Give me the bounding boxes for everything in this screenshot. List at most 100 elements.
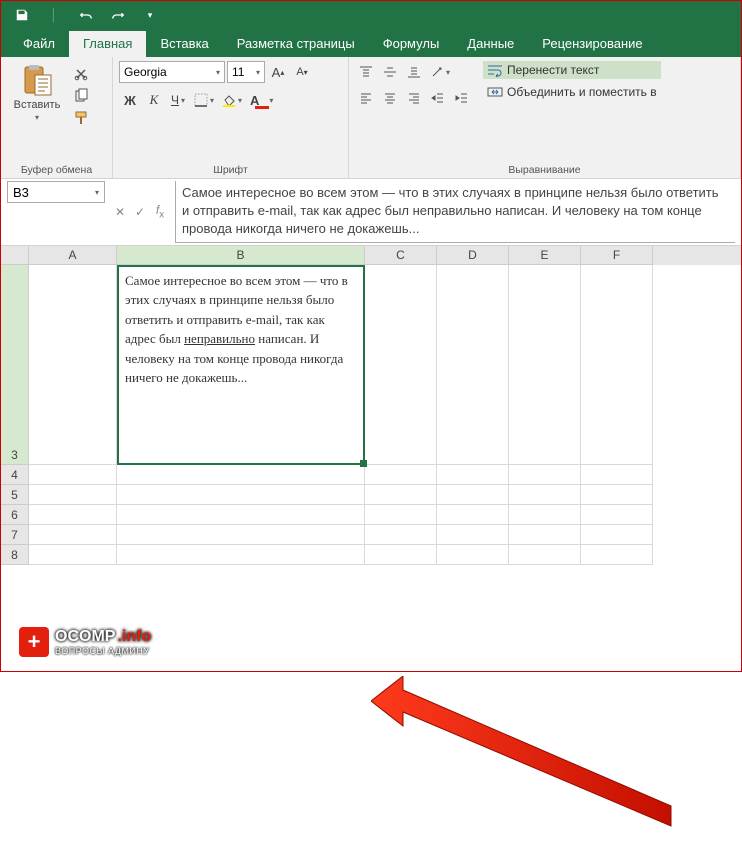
cell-c5[interactable]	[365, 485, 437, 505]
align-bottom-icon[interactable]	[403, 61, 425, 83]
cell-e8[interactable]	[509, 545, 581, 565]
align-right-icon[interactable]	[403, 87, 425, 109]
cell-a3[interactable]	[29, 265, 117, 465]
cell-e6[interactable]	[509, 505, 581, 525]
tab-home[interactable]: Главная	[69, 31, 146, 57]
cell-f6[interactable]	[581, 505, 653, 525]
cell-d7[interactable]	[437, 525, 509, 545]
cell-c6[interactable]	[365, 505, 437, 525]
font-size-value: 11	[232, 65, 244, 79]
redo-icon[interactable]	[105, 4, 131, 26]
cell-b5[interactable]	[117, 485, 365, 505]
cancel-formula-icon[interactable]: ✕	[111, 205, 129, 219]
ribbon-tabs: Файл Главная Вставка Разметка страницы Ф…	[1, 29, 741, 57]
font-size-select[interactable]: 11 ▾	[227, 61, 265, 83]
undo-icon[interactable]	[73, 4, 99, 26]
align-middle-icon[interactable]	[379, 61, 401, 83]
cell-a6[interactable]	[29, 505, 117, 525]
col-header-a[interactable]: A	[29, 246, 117, 265]
cut-icon[interactable]	[71, 65, 91, 83]
col-header-f[interactable]: F	[581, 246, 653, 265]
cell-f4[interactable]	[581, 465, 653, 485]
cell-f3[interactable]	[581, 265, 653, 465]
orientation-icon[interactable]: ▾	[427, 61, 453, 83]
column-headers: A B C D E F	[1, 246, 741, 265]
copy-icon[interactable]	[71, 87, 91, 105]
wrap-text-button[interactable]: Перенести текст	[483, 61, 661, 79]
tab-data[interactable]: Данные	[453, 31, 528, 57]
chevron-down-icon: ▾	[95, 188, 99, 197]
cell-c4[interactable]	[365, 465, 437, 485]
tab-insert[interactable]: Вставка	[146, 31, 222, 57]
accept-formula-icon[interactable]: ✓	[131, 205, 149, 219]
cell-d5[interactable]	[437, 485, 509, 505]
cell-a7[interactable]	[29, 525, 117, 545]
row-header-3[interactable]: 3	[1, 265, 29, 465]
wrap-text-label: Перенести текст	[507, 63, 599, 77]
save-icon[interactable]	[9, 4, 35, 26]
cell-a8[interactable]	[29, 545, 117, 565]
tab-file[interactable]: Файл	[9, 31, 69, 57]
tab-layout[interactable]: Разметка страницы	[223, 31, 369, 57]
italic-button[interactable]: К	[143, 89, 165, 111]
cell-a5[interactable]	[29, 485, 117, 505]
font-color-icon[interactable]: А ▾	[247, 89, 276, 111]
formula-buttons: ✕ ✓ fx	[111, 181, 169, 243]
cell-d8[interactable]	[437, 545, 509, 565]
cell-e3[interactable]	[509, 265, 581, 465]
merge-center-button[interactable]: Объединить и поместить в	[483, 83, 661, 101]
align-center-icon[interactable]	[379, 87, 401, 109]
borders-icon[interactable]: ▾	[191, 89, 217, 111]
col-header-c[interactable]: C	[365, 246, 437, 265]
cell-d4[interactable]	[437, 465, 509, 485]
cell-c8[interactable]	[365, 545, 437, 565]
font-name-select[interactable]: Georgia ▾	[119, 61, 225, 83]
cell-e5[interactable]	[509, 485, 581, 505]
cell-b4[interactable]	[117, 465, 365, 485]
cell-d6[interactable]	[437, 505, 509, 525]
formula-bar[interactable]: Самое интересное во всем этом — что в эт…	[175, 181, 735, 243]
name-formula-row: B3 ▾ ✕ ✓ fx Самое интересное во всем это…	[1, 179, 741, 246]
col-header-b[interactable]: B	[117, 246, 365, 265]
decrease-indent-icon[interactable]	[427, 87, 449, 109]
underline-button[interactable]: Ч▾	[167, 89, 189, 111]
fill-color-icon[interactable]: ▾	[219, 89, 245, 111]
cell-b6[interactable]	[117, 505, 365, 525]
tab-formulas[interactable]: Формулы	[369, 31, 454, 57]
cell-f7[interactable]	[581, 525, 653, 545]
increase-font-icon[interactable]: A▴	[267, 61, 289, 83]
col-header-d[interactable]: D	[437, 246, 509, 265]
format-painter-icon[interactable]	[71, 109, 91, 127]
bold-button[interactable]: Ж	[119, 89, 141, 111]
cell-b3[interactable]: Самое интересное во всем этом — что в эт…	[117, 265, 365, 465]
cell-e4[interactable]	[509, 465, 581, 485]
group-alignment: ▾ Перенести текст Объединить и поме	[349, 57, 741, 178]
decrease-font-icon[interactable]: A▾	[291, 61, 313, 83]
fill-handle[interactable]	[360, 460, 367, 467]
increase-indent-icon[interactable]	[451, 87, 473, 109]
align-top-icon[interactable]	[355, 61, 377, 83]
col-header-e[interactable]: E	[509, 246, 581, 265]
name-box[interactable]: B3 ▾	[7, 181, 105, 203]
row-header-8[interactable]: 8	[1, 545, 29, 565]
cell-c3[interactable]	[365, 265, 437, 465]
row-header-4[interactable]: 4	[1, 465, 29, 485]
cell-f5[interactable]	[581, 485, 653, 505]
cell-b8[interactable]	[117, 545, 365, 565]
cell-f8[interactable]	[581, 545, 653, 565]
tab-review[interactable]: Рецензирование	[528, 31, 656, 57]
chevron-down-icon: ▾	[35, 113, 39, 122]
customize-qat-icon[interactable]: ▾	[137, 4, 163, 26]
cell-c7[interactable]	[365, 525, 437, 545]
align-left-icon[interactable]	[355, 87, 377, 109]
select-all-corner[interactable]	[1, 246, 29, 265]
paste-button[interactable]: Вставить ▾	[7, 61, 67, 162]
cell-e7[interactable]	[509, 525, 581, 545]
cell-a4[interactable]	[29, 465, 117, 485]
cell-d3[interactable]	[437, 265, 509, 465]
fx-icon[interactable]: fx	[151, 203, 169, 220]
row-header-6[interactable]: 6	[1, 505, 29, 525]
cell-b7[interactable]	[117, 525, 365, 545]
row-header-7[interactable]: 7	[1, 525, 29, 545]
row-header-5[interactable]: 5	[1, 485, 29, 505]
